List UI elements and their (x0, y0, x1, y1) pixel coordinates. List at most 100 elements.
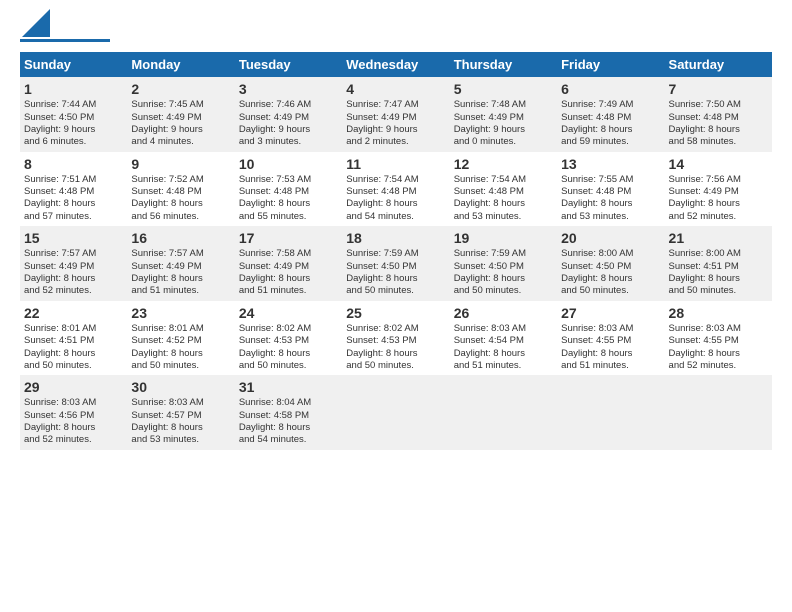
header-cell-sunday: Sunday (20, 52, 127, 77)
page-container: SundayMondayTuesdayWednesdayThursdayFrid… (0, 0, 792, 460)
day-number: 9 (131, 155, 230, 173)
header-cell-monday: Monday (127, 52, 234, 77)
day-info: Sunrise: 7:44 AM Sunset: 4:50 PM Dayligh… (24, 99, 123, 148)
day-number: 27 (561, 304, 660, 322)
day-number: 2 (131, 80, 230, 98)
day-info: Sunrise: 7:49 AM Sunset: 4:48 PM Dayligh… (561, 99, 660, 148)
calendar-cell: 7Sunrise: 7:50 AM Sunset: 4:48 PM Daylig… (665, 77, 772, 152)
day-info: Sunrise: 7:53 AM Sunset: 4:48 PM Dayligh… (239, 174, 338, 223)
calendar-cell: 25Sunrise: 8:02 AM Sunset: 4:53 PM Dayli… (342, 301, 449, 376)
calendar-cell: 29Sunrise: 8:03 AM Sunset: 4:56 PM Dayli… (20, 375, 127, 450)
logo (20, 15, 110, 42)
calendar-cell: 24Sunrise: 8:02 AM Sunset: 4:53 PM Dayli… (235, 301, 342, 376)
header (20, 15, 772, 42)
header-cell-tuesday: Tuesday (235, 52, 342, 77)
day-number: 18 (346, 229, 445, 247)
calendar-cell: 26Sunrise: 8:03 AM Sunset: 4:54 PM Dayli… (450, 301, 557, 376)
calendar-cell: 10Sunrise: 7:53 AM Sunset: 4:48 PM Dayli… (235, 152, 342, 227)
day-number: 7 (669, 80, 768, 98)
day-info: Sunrise: 7:47 AM Sunset: 4:49 PM Dayligh… (346, 99, 445, 148)
calendar-cell: 21Sunrise: 8:00 AM Sunset: 4:51 PM Dayli… (665, 226, 772, 301)
calendar-cell: 2Sunrise: 7:45 AM Sunset: 4:49 PM Daylig… (127, 77, 234, 152)
calendar-cell: 5Sunrise: 7:48 AM Sunset: 4:49 PM Daylig… (450, 77, 557, 152)
header-cell-wednesday: Wednesday (342, 52, 449, 77)
calendar-body: 1Sunrise: 7:44 AM Sunset: 4:50 PM Daylig… (20, 77, 772, 450)
calendar-cell: 9Sunrise: 7:52 AM Sunset: 4:48 PM Daylig… (127, 152, 234, 227)
calendar-cell: 31Sunrise: 8:04 AM Sunset: 4:58 PM Dayli… (235, 375, 342, 450)
day-number: 13 (561, 155, 660, 173)
day-info: Sunrise: 7:50 AM Sunset: 4:48 PM Dayligh… (669, 99, 768, 148)
week-row-5: 29Sunrise: 8:03 AM Sunset: 4:56 PM Dayli… (20, 375, 772, 450)
day-info: Sunrise: 8:03 AM Sunset: 4:55 PM Dayligh… (561, 323, 660, 372)
day-info: Sunrise: 7:46 AM Sunset: 4:49 PM Dayligh… (239, 99, 338, 148)
day-info: Sunrise: 7:54 AM Sunset: 4:48 PM Dayligh… (346, 174, 445, 223)
day-number: 23 (131, 304, 230, 322)
day-info: Sunrise: 7:56 AM Sunset: 4:49 PM Dayligh… (669, 174, 768, 223)
calendar-cell: 27Sunrise: 8:03 AM Sunset: 4:55 PM Dayli… (557, 301, 664, 376)
day-number: 8 (24, 155, 123, 173)
calendar-cell: 19Sunrise: 7:59 AM Sunset: 4:50 PM Dayli… (450, 226, 557, 301)
day-number: 15 (24, 229, 123, 247)
day-info: Sunrise: 7:55 AM Sunset: 4:48 PM Dayligh… (561, 174, 660, 223)
day-info: Sunrise: 7:57 AM Sunset: 4:49 PM Dayligh… (24, 248, 123, 297)
calendar-cell (342, 375, 449, 450)
day-number: 5 (454, 80, 553, 98)
day-number: 10 (239, 155, 338, 173)
calendar-cell: 17Sunrise: 7:58 AM Sunset: 4:49 PM Dayli… (235, 226, 342, 301)
day-number: 20 (561, 229, 660, 247)
calendar-cell: 8Sunrise: 7:51 AM Sunset: 4:48 PM Daylig… (20, 152, 127, 227)
header-cell-thursday: Thursday (450, 52, 557, 77)
day-number: 25 (346, 304, 445, 322)
calendar-cell (450, 375, 557, 450)
day-number: 30 (131, 378, 230, 396)
calendar-cell: 14Sunrise: 7:56 AM Sunset: 4:49 PM Dayli… (665, 152, 772, 227)
day-info: Sunrise: 8:00 AM Sunset: 4:51 PM Dayligh… (669, 248, 768, 297)
calendar-cell (557, 375, 664, 450)
day-info: Sunrise: 8:03 AM Sunset: 4:57 PM Dayligh… (131, 397, 230, 446)
day-info: Sunrise: 8:02 AM Sunset: 4:53 PM Dayligh… (346, 323, 445, 372)
calendar-cell: 22Sunrise: 8:01 AM Sunset: 4:51 PM Dayli… (20, 301, 127, 376)
calendar-cell: 28Sunrise: 8:03 AM Sunset: 4:55 PM Dayli… (665, 301, 772, 376)
day-info: Sunrise: 8:03 AM Sunset: 4:54 PM Dayligh… (454, 323, 553, 372)
day-info: Sunrise: 7:58 AM Sunset: 4:49 PM Dayligh… (239, 248, 338, 297)
day-info: Sunrise: 7:48 AM Sunset: 4:49 PM Dayligh… (454, 99, 553, 148)
day-number: 3 (239, 80, 338, 98)
day-number: 21 (669, 229, 768, 247)
week-row-1: 1Sunrise: 7:44 AM Sunset: 4:50 PM Daylig… (20, 77, 772, 152)
day-number: 6 (561, 80, 660, 98)
day-number: 11 (346, 155, 445, 173)
week-row-2: 8Sunrise: 7:51 AM Sunset: 4:48 PM Daylig… (20, 152, 772, 227)
week-row-4: 22Sunrise: 8:01 AM Sunset: 4:51 PM Dayli… (20, 301, 772, 376)
day-info: Sunrise: 8:00 AM Sunset: 4:50 PM Dayligh… (561, 248, 660, 297)
day-number: 22 (24, 304, 123, 322)
day-info: Sunrise: 7:52 AM Sunset: 4:48 PM Dayligh… (131, 174, 230, 223)
calendar-cell: 16Sunrise: 7:57 AM Sunset: 4:49 PM Dayli… (127, 226, 234, 301)
day-info: Sunrise: 8:03 AM Sunset: 4:55 PM Dayligh… (669, 323, 768, 372)
day-info: Sunrise: 8:04 AM Sunset: 4:58 PM Dayligh… (239, 397, 338, 446)
day-number: 17 (239, 229, 338, 247)
calendar-header: SundayMondayTuesdayWednesdayThursdayFrid… (20, 52, 772, 77)
header-row: SundayMondayTuesdayWednesdayThursdayFrid… (20, 52, 772, 77)
day-info: Sunrise: 8:01 AM Sunset: 4:52 PM Dayligh… (131, 323, 230, 372)
day-info: Sunrise: 7:59 AM Sunset: 4:50 PM Dayligh… (454, 248, 553, 297)
day-number: 19 (454, 229, 553, 247)
logo-arrow-icon (22, 9, 50, 37)
day-number: 12 (454, 155, 553, 173)
day-number: 31 (239, 378, 338, 396)
calendar-cell: 20Sunrise: 8:00 AM Sunset: 4:50 PM Dayli… (557, 226, 664, 301)
day-info: Sunrise: 7:45 AM Sunset: 4:49 PM Dayligh… (131, 99, 230, 148)
calendar-cell: 3Sunrise: 7:46 AM Sunset: 4:49 PM Daylig… (235, 77, 342, 152)
logo-underline (20, 39, 110, 42)
calendar-cell: 23Sunrise: 8:01 AM Sunset: 4:52 PM Dayli… (127, 301, 234, 376)
calendar-cell: 18Sunrise: 7:59 AM Sunset: 4:50 PM Dayli… (342, 226, 449, 301)
day-number: 28 (669, 304, 768, 322)
day-info: Sunrise: 8:02 AM Sunset: 4:53 PM Dayligh… (239, 323, 338, 372)
week-row-3: 15Sunrise: 7:57 AM Sunset: 4:49 PM Dayli… (20, 226, 772, 301)
calendar-cell: 12Sunrise: 7:54 AM Sunset: 4:48 PM Dayli… (450, 152, 557, 227)
day-number: 24 (239, 304, 338, 322)
calendar-cell: 15Sunrise: 7:57 AM Sunset: 4:49 PM Dayli… (20, 226, 127, 301)
day-info: Sunrise: 8:01 AM Sunset: 4:51 PM Dayligh… (24, 323, 123, 372)
day-number: 26 (454, 304, 553, 322)
calendar-table: SundayMondayTuesdayWednesdayThursdayFrid… (20, 52, 772, 450)
day-number: 1 (24, 80, 123, 98)
